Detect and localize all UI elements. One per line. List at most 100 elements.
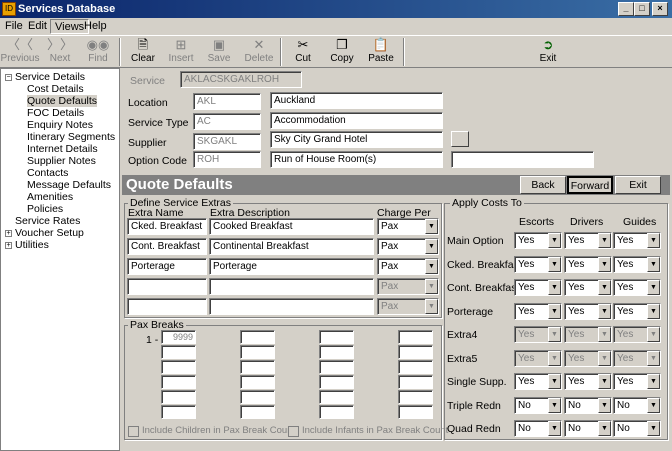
dropdown-arrow-icon[interactable]: ▼ [548,397,561,413]
drivers-select[interactable]: Yes ▼ [564,255,612,273]
drivers-select[interactable]: Yes ▼ [564,279,612,296]
dropdown-arrow-icon[interactable]: ▼ [548,421,561,436]
dropdown-arrow-icon[interactable]: ▼ [425,219,438,234]
expand-icon[interactable]: + [5,242,12,249]
dropdown-arrow-icon[interactable]: ▼ [598,280,611,295]
dropdown-arrow-icon[interactable]: ▼ [548,303,561,319]
pax-break-field[interactable] [240,345,275,359]
extra-name-field[interactable]: Porterage [127,258,207,275]
exit-button[interactable]: ➲ Exit [528,37,568,67]
menu-help[interactable]: Help [80,19,111,34]
dropdown-arrow-icon[interactable]: ▼ [425,299,438,314]
back-button[interactable]: Back [520,176,566,194]
extra-description-field[interactable]: Porterage [209,258,374,275]
extra-name-field[interactable] [127,298,207,315]
include-infants-checkbox[interactable] [288,426,299,437]
pax-break-field[interactable] [319,375,354,389]
menu-file[interactable]: File [1,19,27,34]
supplier-name-field[interactable]: Sky City Grand Hotel [270,131,443,148]
dropdown-arrow-icon[interactable]: ▼ [647,374,660,389]
clear-button[interactable]: 🗎 Clear [123,37,163,67]
guides-select[interactable]: No ▼ [613,420,661,437]
option-code-field[interactable]: ROH [193,151,261,168]
tree-internet-details[interactable]: Internet Details [27,143,98,155]
paste-button[interactable]: 📋 Paste [361,37,401,67]
escorts-select[interactable]: Yes ▼ [514,302,562,320]
find-button[interactable]: ◉◉ Find [78,37,118,67]
next-button[interactable]: 〉〉 Next [40,37,80,67]
escorts-select[interactable]: Yes ▼ [514,232,562,249]
forward-button[interactable]: Forward [567,176,613,194]
maximize-button[interactable]: □ [634,2,650,16]
pax-break-field[interactable] [319,390,354,404]
copy-button[interactable]: ❐ Copy [322,37,362,67]
guides-select[interactable]: Yes ▼ [613,279,661,296]
save-button[interactable]: ▣ Save [199,37,239,67]
dropdown-arrow-icon[interactable]: ▼ [647,233,660,248]
pax-break-field[interactable] [161,375,196,389]
dropdown-arrow-icon[interactable]: ▼ [598,350,611,366]
charge-per-select[interactable]: Pax ▼ [377,258,439,275]
cut-button[interactable]: ✂ Cut [283,37,323,67]
escorts-select[interactable]: No ▼ [514,420,562,437]
tree-cost-details[interactable]: Cost Details [27,83,84,95]
tree-enquiry-notes[interactable]: Enquiry Notes [27,119,93,131]
tree-foc-details[interactable]: FOC Details [27,107,84,119]
escorts-select[interactable]: No ▼ [514,396,562,414]
include-children-checkbox[interactable] [128,426,139,437]
dropdown-arrow-icon[interactable]: ▼ [647,350,660,366]
guides-select[interactable]: Yes ▼ [613,232,661,249]
menu-edit[interactable]: Edit [24,19,51,34]
location-name-field[interactable]: Auckland [270,92,443,109]
pax-break-field[interactable] [161,405,196,419]
drivers-select[interactable]: Yes ▼ [564,302,612,320]
pax-break-field[interactable] [398,345,433,359]
tree-utilities[interactable]: Utilities [15,239,49,251]
supplier-lookup-button[interactable] [451,131,469,147]
pax-break-field[interactable] [240,375,275,389]
dropdown-arrow-icon[interactable]: ▼ [647,303,660,319]
escorts-select[interactable]: Yes ▼ [514,373,562,390]
pax-break-field[interactable] [398,330,433,344]
option-name-field[interactable]: Run of House Room(s) [270,151,443,168]
dropdown-arrow-icon[interactable]: ▼ [548,233,561,248]
delete-button[interactable]: ✕ Delete [239,37,279,67]
dropdown-arrow-icon[interactable]: ▼ [598,327,611,342]
guides-select[interactable]: Yes ▼ [613,373,661,390]
tree-service-rates[interactable]: Service Rates [15,215,80,227]
dropdown-arrow-icon[interactable]: ▼ [598,397,611,413]
drivers-select[interactable]: Yes ▼ [564,232,612,249]
minimize-button[interactable]: _ [618,2,634,16]
tree-supplier-notes[interactable]: Supplier Notes [27,155,96,167]
insert-button[interactable]: ⊞ Insert [161,37,201,67]
pax-break-field[interactable]: 9999 [161,330,196,344]
dropdown-arrow-icon[interactable]: ▼ [647,421,660,436]
escorts-select[interactable]: Yes ▼ [514,279,562,296]
pax-break-field[interactable] [161,390,196,404]
previous-button[interactable]: 〈〈 Previous [0,37,40,67]
pax-break-field[interactable] [319,360,354,374]
dropdown-arrow-icon[interactable]: ▼ [548,374,561,389]
option-extra-field[interactable] [451,151,594,168]
tree-voucher-setup[interactable]: Voucher Setup [15,227,84,239]
pax-break-field[interactable] [319,345,354,359]
extra-description-field[interactable]: Cooked Breakfast [209,218,374,235]
dropdown-arrow-icon[interactable]: ▼ [647,397,660,413]
tree-amenities[interactable]: Amenities [27,191,73,203]
tree-itinerary-segments[interactable]: Itinerary Segments [27,131,115,143]
navigation-tree[interactable]: − Service Details Cost Details Quote Def… [0,68,120,451]
pax-break-field[interactable] [240,405,275,419]
service-type-name-field[interactable]: Accommodation [270,112,443,129]
dropdown-arrow-icon[interactable]: ▼ [598,374,611,389]
dropdown-arrow-icon[interactable]: ▼ [647,280,660,295]
tree-message-defaults[interactable]: Message Defaults [27,179,111,191]
pax-break-field[interactable] [240,390,275,404]
dropdown-arrow-icon[interactable]: ▼ [598,256,611,272]
pax-break-field[interactable] [398,390,433,404]
dropdown-arrow-icon[interactable]: ▼ [598,421,611,436]
dropdown-arrow-icon[interactable]: ▼ [598,233,611,248]
location-code-field[interactable]: AKL [193,93,261,110]
close-button[interactable]: × [652,2,668,16]
tree-contacts[interactable]: Contacts [27,167,68,179]
pax-break-field[interactable] [319,405,354,419]
